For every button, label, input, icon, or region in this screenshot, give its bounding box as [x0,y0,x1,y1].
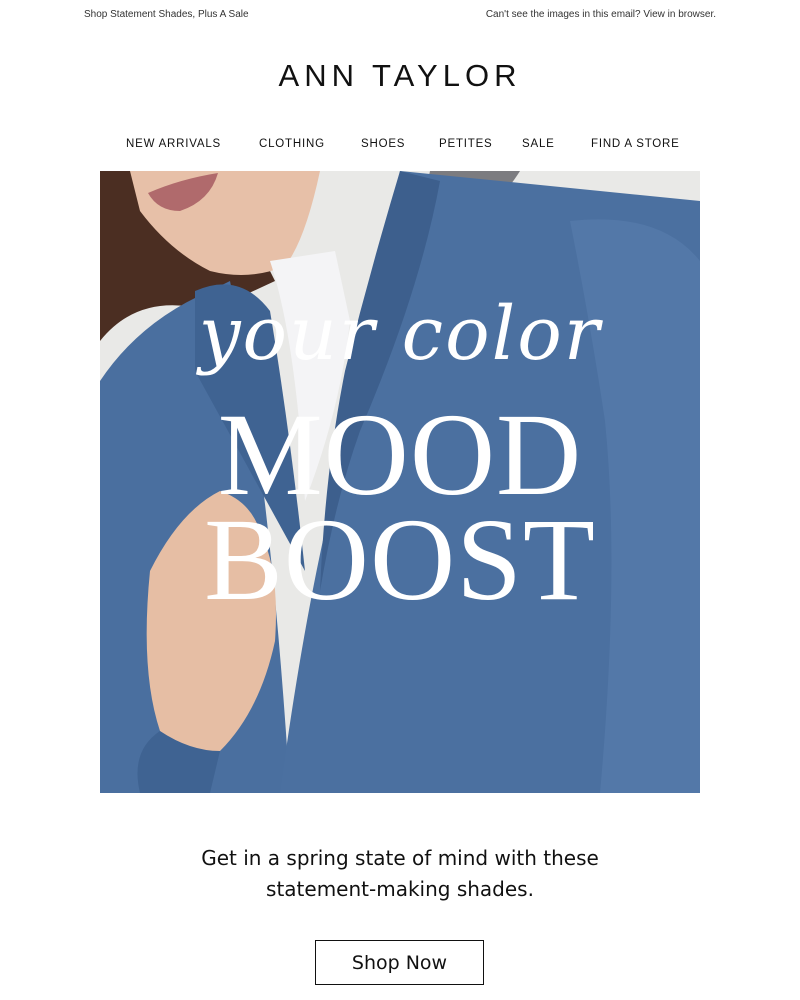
nav-item-clothing[interactable]: CLOTHING [259,138,325,150]
nav-item-new-arrivals[interactable]: NEW ARRIVALS [126,138,221,150]
body-copy: Get in a spring state of mind with these… [0,843,800,905]
main-nav: NEW ARRIVALS CLOTHING SHOES PETITES SALE… [0,138,800,154]
hero-headline-line-2: BOOST [204,494,596,625]
nav-item-shoes[interactable]: SHOES [361,138,405,150]
body-copy-line-2: statement-making shades. [266,877,534,901]
view-in-browser-link[interactable]: Can't see the images in this email? View… [486,9,716,20]
hero-image[interactable]: your color MOOD BOOST [100,171,700,793]
nav-item-sale[interactable]: SALE [522,138,555,150]
preheader-tagline: Shop Statement Shades, Plus A Sale [84,9,249,20]
nav-item-find-a-store[interactable]: FIND A STORE [591,138,680,150]
nav-item-petites[interactable]: PETITES [439,138,493,150]
ann-taylor-logo[interactable]: ANN TAYLOR [0,58,800,94]
shop-now-button[interactable]: Shop Now [315,940,484,985]
preheader: Shop Statement Shades, Plus A Sale Can't… [0,9,800,23]
hero-script-headline: your color [198,291,602,377]
body-copy-line-1: Get in a spring state of mind with these [201,846,599,870]
